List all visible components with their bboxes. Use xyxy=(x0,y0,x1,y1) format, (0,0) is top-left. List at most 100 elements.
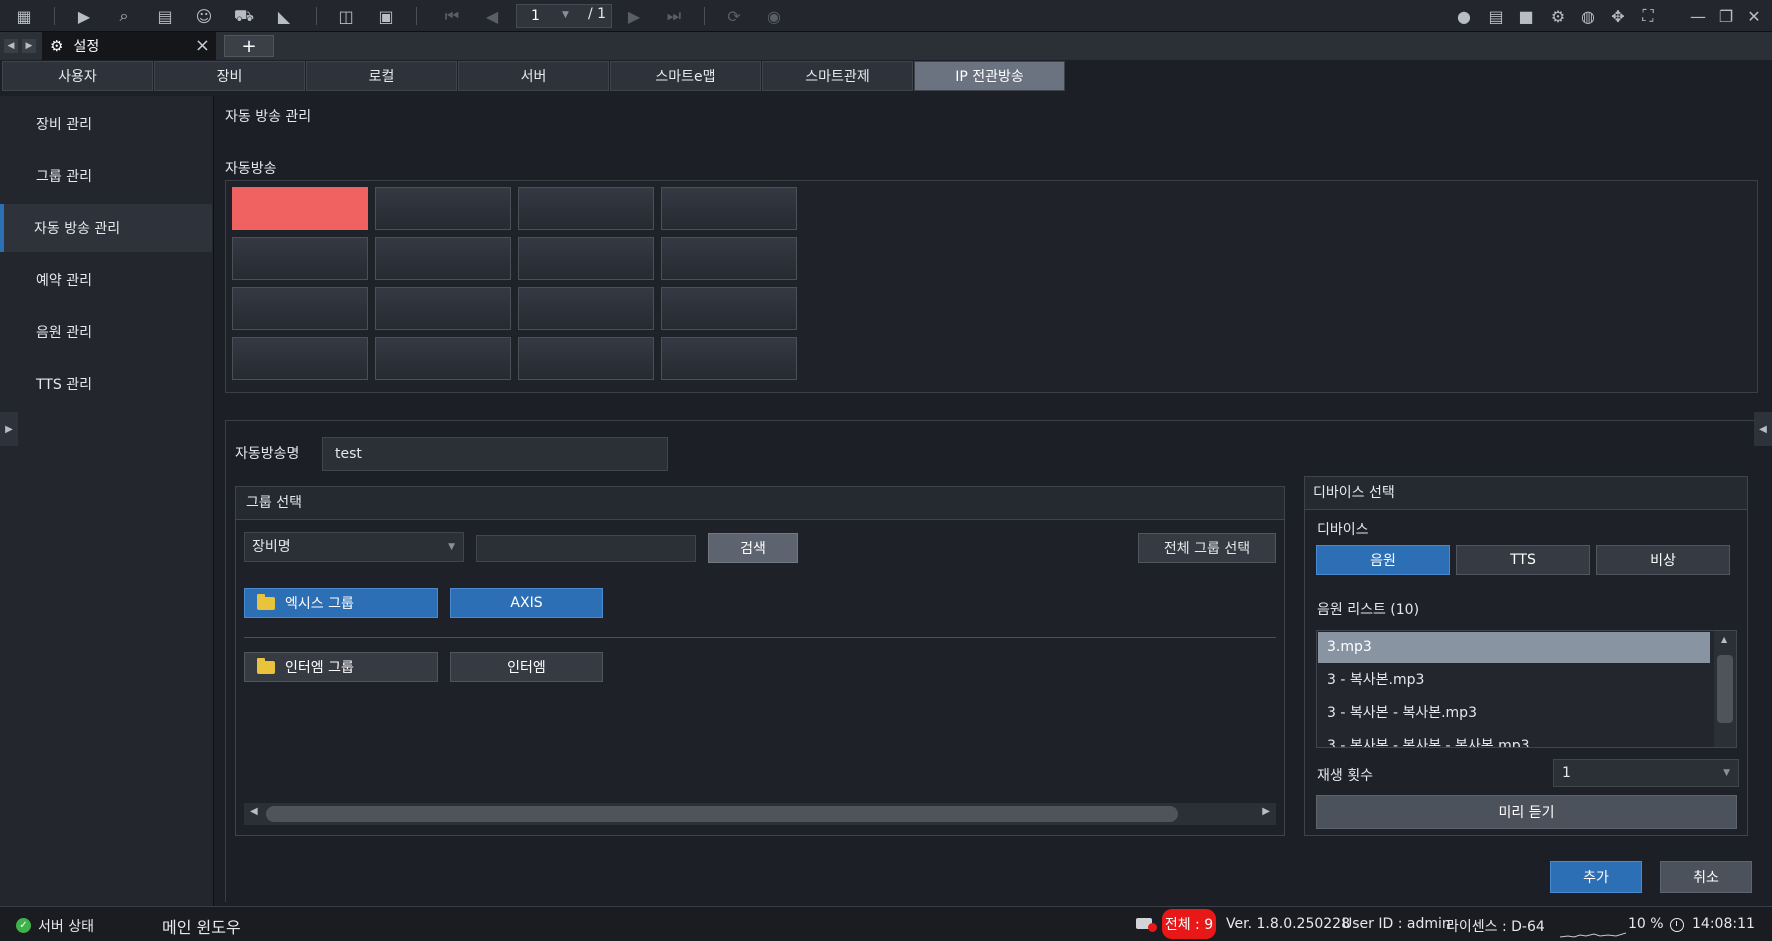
close-icon[interactable]: × xyxy=(195,35,210,56)
list-item[interactable]: 3 - 복사본 - 복사본 - 복사본.mp3 xyxy=(1318,731,1710,747)
sidebar-item-sound-management[interactable]: 음원 관리 xyxy=(0,308,212,356)
status-bar: ✓ 서버 상태 메인 윈도우 전체 : 9 Ver. 1.8.0.250228 … xyxy=(0,906,1772,941)
auto-broadcast-slot[interactable] xyxy=(232,237,368,280)
auto-broadcast-slot[interactable] xyxy=(661,237,797,280)
check-icon: ✓ xyxy=(16,918,31,933)
tab-user[interactable]: 사용자 xyxy=(2,61,153,91)
restore-icon[interactable]: ❐ xyxy=(1714,4,1738,28)
name-input[interactable]: test xyxy=(322,437,668,471)
move-icon[interactable]: ✥ xyxy=(1606,4,1630,28)
auto-broadcast-slot[interactable] xyxy=(375,287,511,330)
add-button[interactable]: 추가 xyxy=(1550,861,1642,893)
tab-device[interactable]: 장비 xyxy=(154,61,305,91)
auto-broadcast-slot[interactable] xyxy=(375,337,511,380)
person-search-icon[interactable]: ☺ xyxy=(192,4,216,28)
first-page-icon[interactable]: ⏮ xyxy=(440,4,464,28)
notification-icon[interactable]: ▤ xyxy=(1484,4,1508,28)
split-view-icon[interactable]: ◫ xyxy=(334,4,358,28)
search-button[interactable]: 검색 xyxy=(708,533,798,563)
sidebar-item-device-management[interactable]: 장비 관리 xyxy=(0,100,212,148)
user-icon[interactable]: ◍ xyxy=(1576,4,1600,28)
tab-prev-icon[interactable]: ◀ xyxy=(4,39,18,53)
sidebar-item-auto-broadcast[interactable]: 자동 방송 관리 xyxy=(0,204,212,252)
minimize-icon[interactable]: — xyxy=(1686,4,1710,28)
sidebar-item-reservation[interactable]: 예약 관리 xyxy=(0,256,212,304)
device-type-emergency-button[interactable]: 비상 xyxy=(1596,545,1730,575)
server-status[interactable]: 서버 상태 xyxy=(38,916,94,936)
list-item[interactable]: 3.mp3 xyxy=(1318,632,1710,663)
sidebar-item-group-management[interactable]: 그룹 관리 xyxy=(0,152,212,200)
auto-broadcast-slot[interactable] xyxy=(661,187,797,230)
vehicle-icon[interactable]: ⛟ xyxy=(232,4,256,28)
auto-broadcast-slot[interactable] xyxy=(518,237,654,280)
auto-broadcast-slot[interactable] xyxy=(232,187,368,230)
auto-broadcast-slot[interactable] xyxy=(518,337,654,380)
close-icon[interactable]: ✕ xyxy=(1742,4,1766,28)
right-panel-collapse-button[interactable]: ◀ xyxy=(1754,412,1772,446)
auto-broadcast-slot[interactable] xyxy=(661,337,797,380)
tab-settings[interactable]: ⚙ 설정 × xyxy=(42,32,216,60)
folder-icon xyxy=(257,657,275,674)
tab-local[interactable]: 로컬 xyxy=(306,61,457,91)
auto-broadcast-slot[interactable] xyxy=(375,237,511,280)
tab-smart-control[interactable]: 스마트관제 xyxy=(762,61,913,91)
refresh-icon[interactable]: ⟳ xyxy=(722,4,746,28)
auto-broadcast-slot[interactable] xyxy=(232,287,368,330)
auto-broadcast-slot[interactable] xyxy=(518,187,654,230)
horizontal-scrollbar[interactable]: ◀ ▶ xyxy=(244,803,1276,825)
screenshot-icon[interactable]: ◉ xyxy=(762,4,786,28)
last-page-icon[interactable]: ⏭ xyxy=(662,4,686,28)
auto-broadcast-slot[interactable] xyxy=(232,337,368,380)
grid-icon[interactable]: ▦ xyxy=(12,4,36,28)
scrollbar-thumb[interactable] xyxy=(1717,655,1733,723)
sidebar-item-tts-management[interactable]: TTS 관리 xyxy=(0,360,212,408)
chat-icon[interactable]: ● xyxy=(1452,4,1476,28)
tab-server[interactable]: 서버 xyxy=(458,61,609,91)
prev-page-icon[interactable]: ◀ xyxy=(480,4,504,28)
tab-smart-emap[interactable]: 스마트e맵 xyxy=(610,61,761,91)
repeat-count-select[interactable]: 1 ▼ xyxy=(1553,759,1739,787)
preview-button[interactable]: 미리 듣기 xyxy=(1316,795,1737,829)
toolbar-separator xyxy=(704,7,705,25)
gear-icon[interactable]: ⚙ xyxy=(1546,4,1570,28)
device-axis-button[interactable]: AXIS xyxy=(450,588,603,618)
tab-ip-broadcast[interactable]: IP 전관방송 xyxy=(914,61,1065,91)
auto-broadcast-slot[interactable] xyxy=(518,287,654,330)
broadcast-icon[interactable]: ◣ xyxy=(272,4,296,28)
page-total: / 1 xyxy=(588,6,607,22)
scroll-up-icon[interactable]: ▲ xyxy=(1721,635,1727,644)
status-badge[interactable]: 전체 : 9 xyxy=(1162,909,1216,939)
select-all-groups-button[interactable]: 전체 그룹 선택 xyxy=(1138,533,1276,563)
cancel-button[interactable]: 취소 xyxy=(1660,861,1752,893)
group-interm-button[interactable]: 인터엠 그룹 xyxy=(244,652,438,682)
device-type-sound-button[interactable]: 음원 xyxy=(1316,545,1450,575)
version-text: Ver. 1.8.0.250228 xyxy=(1226,916,1350,932)
fullscreen-icon[interactable]: ⛶ xyxy=(1636,4,1660,28)
scroll-right-icon[interactable]: ▶ xyxy=(1262,806,1270,817)
scroll-left-icon[interactable]: ◀ xyxy=(250,806,258,817)
play-icon[interactable]: ▶ xyxy=(72,4,96,28)
lock-icon[interactable]: ■ xyxy=(1514,4,1538,28)
group-axis-button[interactable]: 엑시스 그룹 xyxy=(244,588,438,618)
device-interm-button[interactable]: 인터엠 xyxy=(450,652,603,682)
auto-broadcast-slot[interactable] xyxy=(375,187,511,230)
sidebar-collapse-button[interactable]: ▶ xyxy=(0,412,18,446)
add-screen-icon[interactable]: ▣ xyxy=(374,4,398,28)
clock-time: 14:08:11 xyxy=(1692,916,1755,932)
scrollbar-thumb[interactable] xyxy=(266,806,1178,822)
device-name-select[interactable]: 장비명 ▼ xyxy=(244,532,464,562)
tab-next-icon[interactable]: ▶ xyxy=(22,39,36,53)
sound-list[interactable]: 3.mp3 3 - 복사본.mp3 3 - 복사본 - 복사본.mp3 3 - … xyxy=(1316,630,1737,748)
add-tab-button[interactable]: + xyxy=(224,35,274,57)
list-item[interactable]: 3 - 복사본.mp3 xyxy=(1318,665,1710,696)
device-type-tts-button[interactable]: TTS xyxy=(1456,545,1590,575)
chevron-down-icon[interactable]: ▼ xyxy=(562,10,569,20)
list-item[interactable]: 3 - 복사본 - 복사본.mp3 xyxy=(1318,698,1710,729)
device-select-panel: 디바이스 선택 디바이스 음원 TTS 비상 음원 리스트 (10) 3.mp3… xyxy=(1304,476,1748,836)
auto-broadcast-slot[interactable] xyxy=(661,287,797,330)
search-input[interactable] xyxy=(476,535,696,562)
vertical-scrollbar[interactable]: ▲ xyxy=(1714,631,1736,747)
screen-layout-icon[interactable]: ▤ xyxy=(153,4,177,28)
next-page-icon[interactable]: ▶ xyxy=(622,4,646,28)
playback-search-icon[interactable]: ⌕ xyxy=(112,4,136,28)
